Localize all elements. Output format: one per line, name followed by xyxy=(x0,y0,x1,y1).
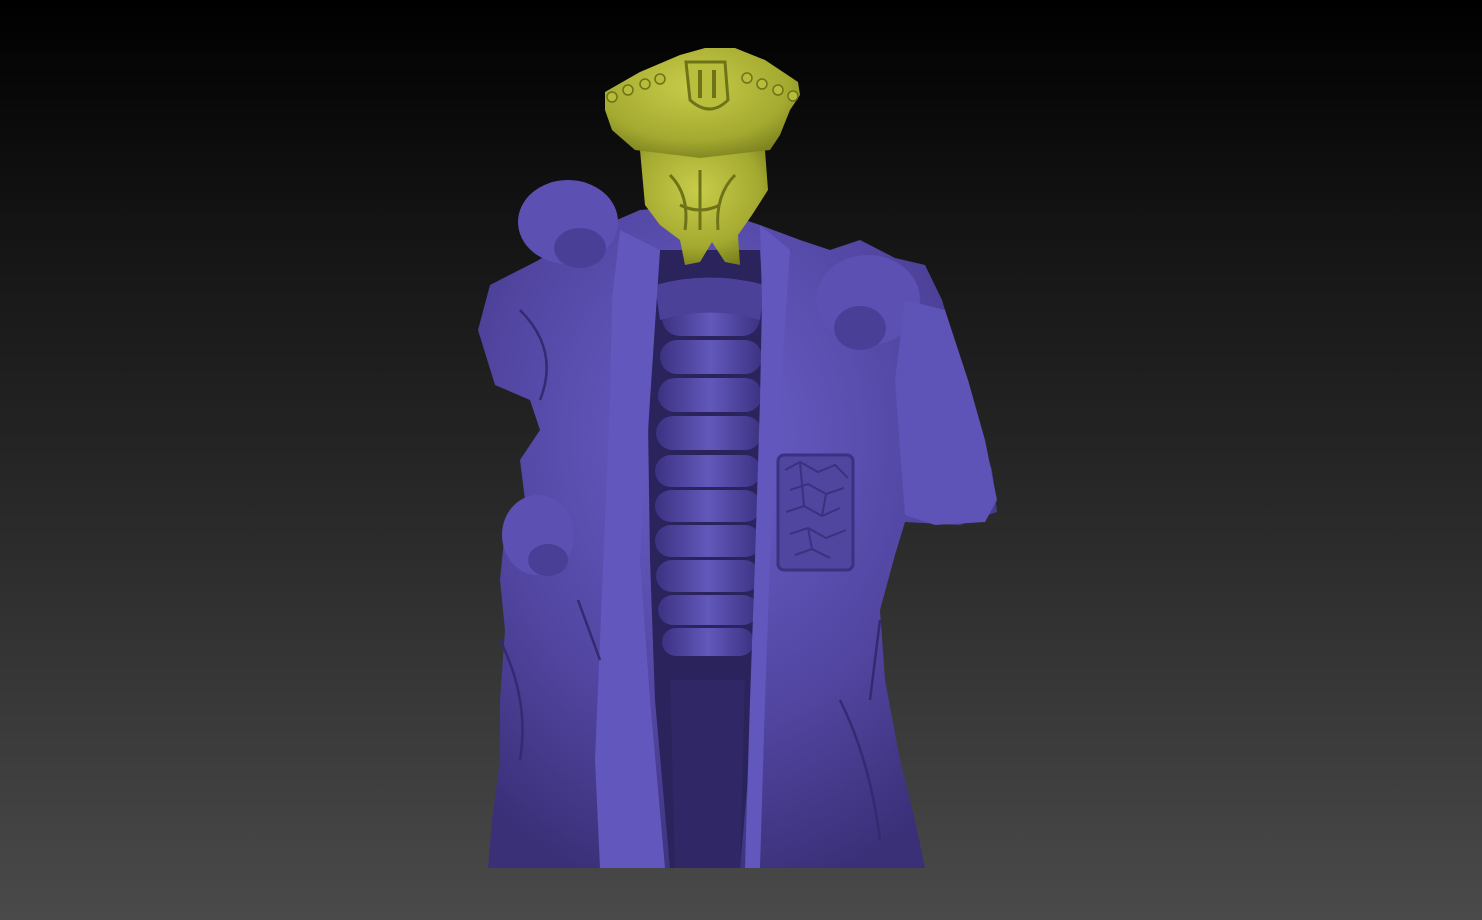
right-arm xyxy=(895,300,997,525)
legs-shadow xyxy=(670,680,745,868)
right-shoulder-fist-knuckle xyxy=(834,306,886,350)
hip-fist-knuckle xyxy=(528,544,568,576)
coat-body-mesh[interactable] xyxy=(478,180,997,869)
sculpt-model[interactable] xyxy=(0,0,1482,920)
left-shoulder-fist-knuckle xyxy=(554,228,606,268)
segmented-belly xyxy=(655,300,762,656)
3d-viewport[interactable] xyxy=(0,0,1482,920)
hat-front-fold xyxy=(684,60,730,111)
